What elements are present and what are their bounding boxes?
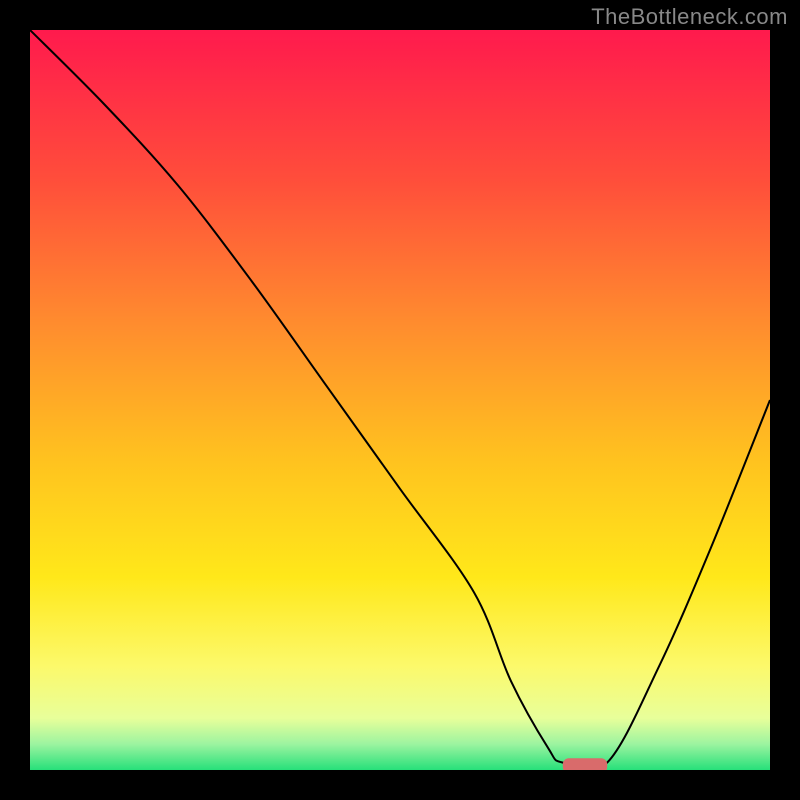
plot-area [30,30,770,770]
chart-frame: TheBottleneck.com [0,0,800,800]
chart-svg [30,30,770,770]
watermark-text: TheBottleneck.com [591,4,788,30]
balance-marker [563,758,607,770]
gradient-background [30,30,770,770]
